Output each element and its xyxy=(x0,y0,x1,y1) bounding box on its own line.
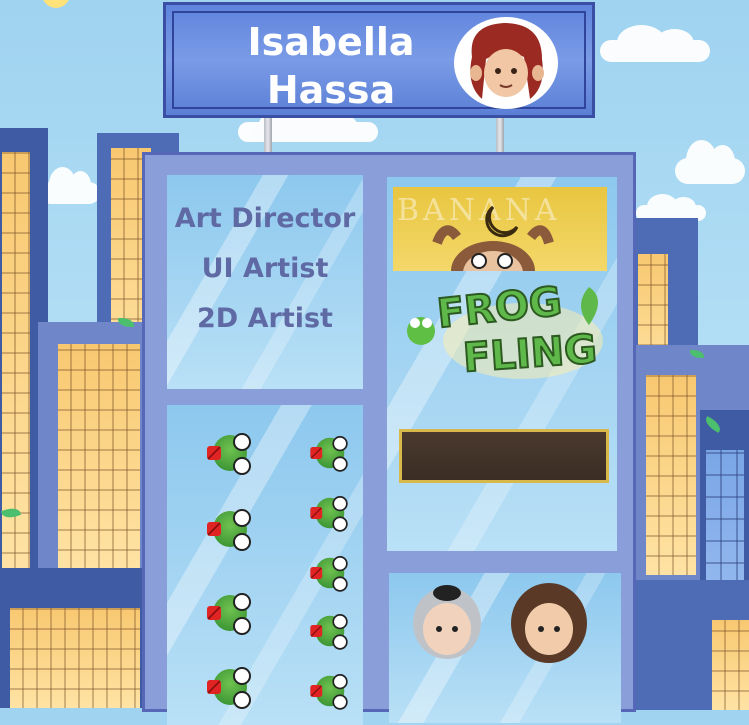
role-2d-artist: 2D Artist xyxy=(197,303,333,334)
monkey-moon-icon xyxy=(432,205,554,271)
frog-sprites-panel xyxy=(167,405,363,725)
cloud xyxy=(238,108,378,142)
frog-sprite-icon[interactable] xyxy=(207,593,251,635)
roles-panel: Art Director UI Artist 2D Artist xyxy=(167,175,363,389)
frog-sprite-icon[interactable] xyxy=(310,674,348,710)
frog-sprite-icon[interactable] xyxy=(207,667,251,709)
frog-sprite-icon[interactable] xyxy=(310,436,348,472)
role-ui-artist: UI Artist xyxy=(201,253,329,284)
name-sign: Isabella Hassa xyxy=(163,2,595,118)
wooden-sign-asset[interactable] xyxy=(399,429,609,483)
characters-panel xyxy=(389,573,621,723)
building-windows xyxy=(646,375,696,575)
sign-pole xyxy=(496,116,504,154)
tower-building: Art Director UI Artist 2D Artist BANANA xyxy=(142,152,636,725)
sun-icon xyxy=(42,0,70,8)
banana-game-thumbnail[interactable]: BANANA xyxy=(393,187,607,271)
avatar-portrait-icon xyxy=(460,23,552,107)
building xyxy=(636,580,749,710)
sign-pole xyxy=(264,116,272,154)
role-art-director: Art Director xyxy=(174,203,356,234)
building xyxy=(0,568,150,708)
cloud xyxy=(675,139,745,184)
cloud xyxy=(40,166,100,204)
character-heads-icon xyxy=(413,583,587,663)
building xyxy=(38,322,148,582)
frog-sprite-icon[interactable] xyxy=(207,433,251,475)
frog-fling-logo[interactable]: FROG FLING xyxy=(393,278,617,391)
name-last: Hassa xyxy=(266,68,396,112)
frog-sprite-icon[interactable] xyxy=(310,556,348,592)
cloud xyxy=(600,24,710,62)
frog-sprite-icon[interactable] xyxy=(207,509,251,551)
frog-sprite-icon[interactable] xyxy=(310,614,348,650)
avatar[interactable] xyxy=(454,17,558,109)
frog-fling-title-line2: FLING xyxy=(461,325,600,382)
projects-panel: BANANA FROG FLING xyxy=(387,177,617,551)
name-first: Isabella xyxy=(247,20,415,64)
building-windows xyxy=(58,344,140,569)
building-windows xyxy=(10,608,140,708)
building-windows xyxy=(712,620,749,710)
frog-sprite-icon[interactable] xyxy=(310,496,348,532)
